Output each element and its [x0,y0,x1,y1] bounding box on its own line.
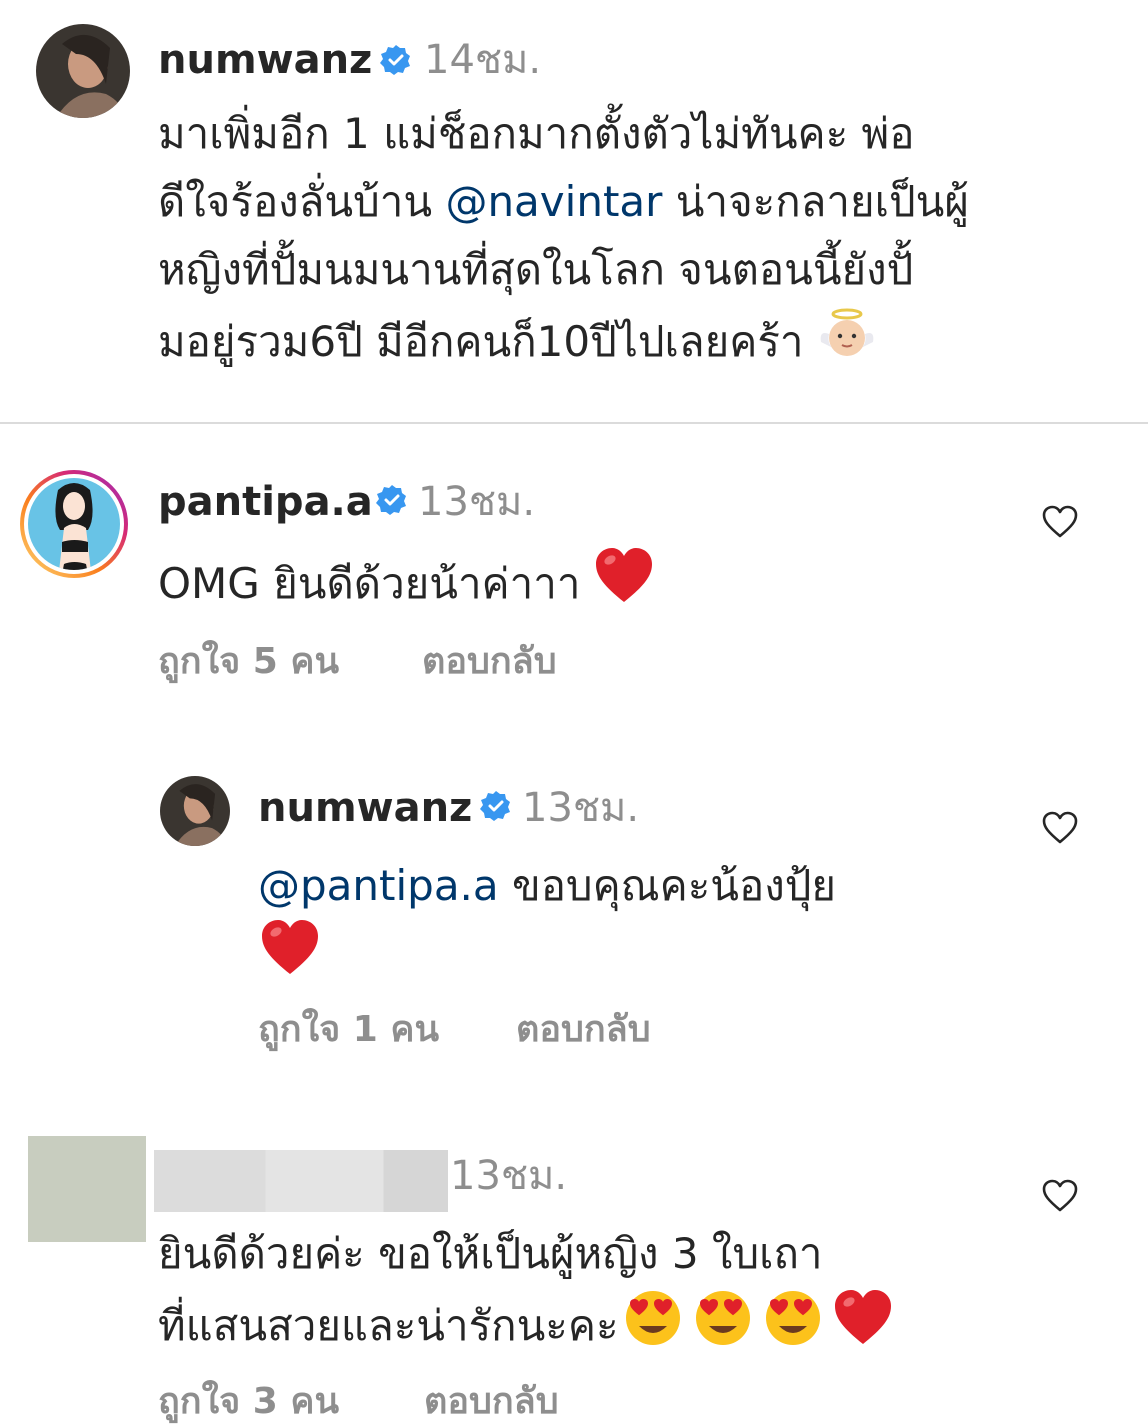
comment-line: ดีใจร้องลั่นบ้าน @navintar น่าจะกลายเป็น… [158,168,1118,236]
comment-text-part: ขอบคุณคะน้องปุ้ย [498,861,837,910]
comment-line: หญิงที่ปั้มนมนานที่สุดในโลก จนตอนนี้ยังป… [158,245,914,294]
comment-text-part: ดีใจร้องลั่นบ้าน [158,177,446,226]
timestamp[interactable]: 14ชม. [424,36,541,84]
comment-text: OMG ยินดีด้วยน้าค่าาา [158,546,654,618]
comment-text-part: ที่แสนสวยและน่ารักนะคะ [158,1301,619,1350]
username[interactable]: pantipa.a [158,478,373,526]
like-heart-icon[interactable] [1042,504,1078,540]
likes-count[interactable]: ถูกใจ 1 คน [258,1008,439,1052]
heart-eyes-emoji [765,1291,820,1345]
comment-text-part: OMG ยินดีด้วยน้าค่าาา [158,559,581,608]
username[interactable]: numwanz [158,36,372,84]
likes-count[interactable]: ถูกใจ 5 คน [158,640,339,684]
red-heart-emoji [834,1290,891,1344]
likes-count[interactable]: ถูกใจ 3 คน [158,1380,339,1424]
avatar-hidden[interactable] [28,1136,146,1242]
comment-text-part: น่าจะกลายเป็นผู้ [662,177,969,226]
red-heart-emoji [595,548,652,602]
username[interactable]: numwanz [258,784,472,832]
like-heart-icon[interactable] [1042,1178,1078,1214]
timestamp[interactable]: 13ชม. [418,478,535,526]
verified-badge-icon [380,45,410,75]
avatar[interactable] [160,776,230,846]
comment-text: @pantipa.a ขอบคุณคะน้องปุ้ย [258,852,836,920]
reply-button[interactable]: ตอบกลับ [422,640,557,684]
comment-line: ที่แสนสวยและน่ารักนะคะ [158,1288,893,1360]
reply-button[interactable]: ตอบกลับ [516,1008,651,1052]
username-hidden[interactable] [154,1150,448,1212]
comment-text-part: มอยู่รวม6ปี มีอีกคนก็10ปีไปเลยคร้า [158,317,804,366]
verified-badge-icon [376,485,406,515]
timestamp[interactable]: 13ชม. [522,784,639,832]
verified-badge-icon [480,791,510,821]
comment-line: มอยู่รวม6ปี มีอีกคนก็10ปีไปเลยคร้า [158,304,1118,376]
like-heart-icon[interactable] [1042,810,1078,846]
heart-eyes-emoji [695,1291,750,1345]
comment-text: ยินดีด้วยค่ะ ขอให้เป็นผู้หญิง 3 ใบเถา ที… [158,1220,893,1360]
avatar-story-ring[interactable] [18,468,130,580]
baby-angel-emoji [820,308,874,356]
divider [0,422,1148,424]
timestamp[interactable]: 13ชม. [450,1152,567,1200]
comment-line: มาเพิ่มอีก 1 แม่ช็อกมากตั้งตัวไม่ทันคะ พ… [158,109,915,158]
mention-link[interactable]: @pantipa.a [258,861,499,910]
comment-line: ยินดีด้วยค่ะ ขอให้เป็นผู้หญิง 3 ใบเถา [158,1229,823,1278]
comment-text: มาเพิ่มอีก 1 แม่ช็อกมากตั้งตัวไม่ทันคะ พ… [158,100,1118,376]
avatar[interactable] [36,24,130,118]
reply-button[interactable]: ตอบกลับ [424,1380,559,1424]
mention-link[interactable]: @navintar [445,177,662,226]
red-heart-emoji [262,920,318,974]
heart-eyes-emoji [625,1291,680,1345]
